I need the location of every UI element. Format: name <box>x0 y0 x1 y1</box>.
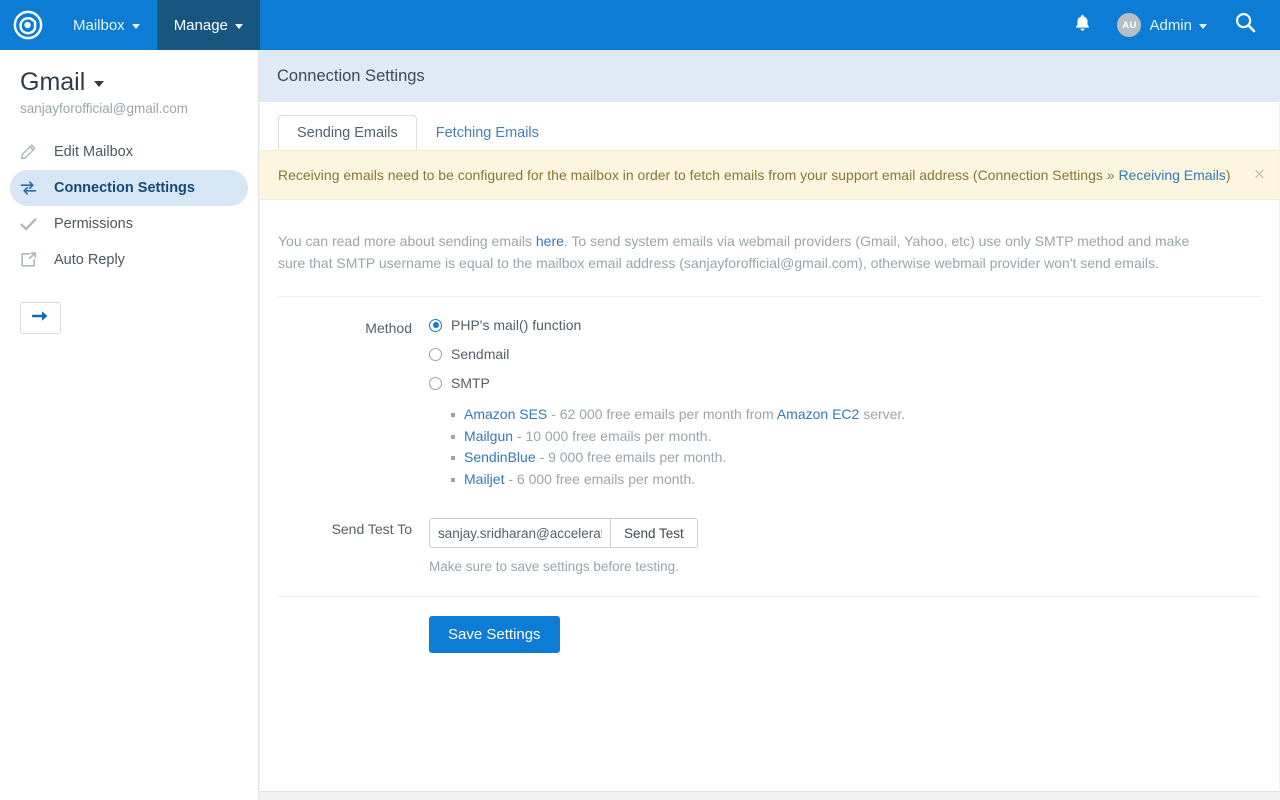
main-content: Connection Settings Sending Emails Fetch… <box>259 50 1280 800</box>
sidebar-item-connection-settings[interactable]: Connection Settings <box>10 170 248 206</box>
radio-label: PHP's mail() function <box>451 317 581 333</box>
intro-text: You can read more about sending emails h… <box>260 200 1220 296</box>
radio-indicator <box>429 377 442 390</box>
provider-link-mailjet[interactable]: Mailjet <box>464 471 504 487</box>
send-test-controls: Send Test Make sure to save settings bef… <box>429 518 1261 574</box>
close-icon[interactable]: × <box>1254 166 1265 185</box>
provider-list: Amazon SES - 62 000 free emails per mont… <box>429 404 1261 490</box>
intro-part1: You can read more about sending emails <box>278 233 536 249</box>
provider-text: - 62 000 free emails per month from <box>547 406 777 422</box>
tab-fetching-emails[interactable]: Fetching Emails <box>417 115 558 151</box>
radio-label: Sendmail <box>451 346 509 362</box>
chevron-down-icon <box>132 24 140 29</box>
radio-smtp[interactable]: SMTP <box>429 375 1261 391</box>
send-test-label: Send Test To <box>278 518 429 574</box>
user-menu-label: Admin <box>1149 17 1192 34</box>
check-icon <box>20 217 46 232</box>
radio-indicator <box>429 319 442 332</box>
send-test-hint: Make sure to save settings before testin… <box>429 559 1261 574</box>
divider-bottom <box>260 574 1279 597</box>
radio-php-mail[interactable]: PHP's mail() function <box>429 317 1261 333</box>
sidebar-item-label: Permissions <box>54 216 133 232</box>
alert-link-receiving-emails[interactable]: Receiving Emails <box>1118 167 1225 183</box>
sidebar: Gmail sanjayforofficial@gmail.com Edit M… <box>0 50 259 800</box>
sending-emails-form: Method PHP's mail() function Sendmail SM… <box>260 297 1279 574</box>
alert-text-before: Receiving emails need to be configured f… <box>278 167 1118 183</box>
send-test-row: Send Test To Send Test Make sure to save… <box>278 490 1261 574</box>
provider-link-mailgun[interactable]: Mailgun <box>464 428 513 444</box>
settings-card: Sending Emails Fetching Emails Receiving… <box>260 102 1279 792</box>
alert-text-after: ) <box>1226 167 1231 183</box>
send-test-input-group: Send Test <box>429 518 1261 548</box>
provider-link-amazon-ec2[interactable]: Amazon EC2 <box>777 406 859 422</box>
provider-text: - 6 000 free emails per month. <box>504 471 695 487</box>
sidebar-item-label: Edit Mailbox <box>54 144 133 160</box>
nav-item-mailbox-label: Mailbox <box>73 17 125 34</box>
send-test-button[interactable]: Send Test <box>610 518 698 548</box>
list-item: SendinBlue - 9 000 free emails per month… <box>451 447 1261 469</box>
tab-label: Sending Emails <box>297 125 398 141</box>
chevron-down-icon <box>94 81 104 87</box>
search-button[interactable] <box>1219 12 1266 38</box>
nav-item-manage-label: Manage <box>174 17 228 34</box>
mailbox-name-wrap[interactable]: Gmail <box>0 62 104 98</box>
navbar-right-group: AU Admin <box>1060 0 1280 50</box>
sidebar-item-auto-reply[interactable]: Auto Reply <box>10 242 248 278</box>
form-actions: Save Settings <box>260 597 1279 653</box>
method-label: Method <box>278 317 429 490</box>
radio-sendmail[interactable]: Sendmail <box>429 346 1261 362</box>
page-title: Connection Settings <box>259 50 1280 102</box>
chevron-down-icon <box>235 24 243 29</box>
radio-indicator <box>429 348 442 361</box>
freescout-spiral-logo-icon <box>13 10 43 40</box>
sidebar-menu: Edit Mailbox Connection Settings Permiss… <box>0 134 258 278</box>
sidebar-item-label: Auto Reply <box>54 252 125 268</box>
tab-bar: Sending Emails Fetching Emails <box>260 102 1279 150</box>
user-menu-button[interactable]: AU Admin <box>1105 13 1219 37</box>
sidebar-item-label: Connection Settings <box>54 180 195 196</box>
radio-label: SMTP <box>451 375 490 391</box>
mailbox-name: Gmail <box>20 68 85 96</box>
provider-text: - 9 000 free emails per month. <box>536 449 727 465</box>
provider-text: - 10 000 free emails per month. <box>513 428 711 444</box>
provider-link-amazon-ses[interactable]: Amazon SES <box>464 406 547 422</box>
tab-sending-emails[interactable]: Sending Emails <box>278 115 417 151</box>
bell-icon <box>1074 14 1091 37</box>
pencil-icon <box>20 144 46 160</box>
top-navbar: Mailbox Manage AU Admin <box>0 0 1280 50</box>
tab-label: Fetching Emails <box>436 125 539 141</box>
provider-text-2: server. <box>859 406 905 422</box>
chevron-down-icon <box>1199 24 1207 29</box>
alert-banner: Receiving emails need to be configured f… <box>260 150 1279 200</box>
list-item: Amazon SES - 62 000 free emails per mont… <box>451 404 1261 426</box>
nav-item-manage[interactable]: Manage <box>157 0 260 50</box>
nav-item-mailbox[interactable]: Mailbox <box>56 0 157 50</box>
expand-sidebar-button[interactable] <box>20 302 61 334</box>
list-item: Mailgun - 10 000 free emails per month. <box>451 426 1261 448</box>
method-row: Method PHP's mail() function Sendmail SM… <box>278 297 1261 490</box>
intro-link-here[interactable]: here <box>536 233 564 249</box>
save-wrap: Save Settings <box>278 597 1261 653</box>
app-logo[interactable] <box>0 0 56 50</box>
sidebar-item-permissions[interactable]: Permissions <box>10 206 248 242</box>
search-icon <box>1235 12 1256 38</box>
provider-link-sendinblue[interactable]: SendinBlue <box>464 449 536 465</box>
send-test-input[interactable] <box>429 518 610 548</box>
mailbox-switcher[interactable]: Gmail <box>0 62 258 98</box>
arrow-right-icon <box>32 309 49 328</box>
reply-box-icon <box>20 252 46 268</box>
notifications-button[interactable] <box>1060 14 1105 37</box>
list-item: Mailjet - 6 000 free emails per month. <box>451 469 1261 491</box>
mailbox-email: sanjayforofficial@gmail.com <box>0 98 258 116</box>
sidebar-item-edit-mailbox[interactable]: Edit Mailbox <box>10 134 248 170</box>
avatar: AU <box>1117 13 1141 37</box>
exchange-arrows-icon <box>20 180 46 196</box>
save-settings-button[interactable]: Save Settings <box>429 616 560 653</box>
method-options: PHP's mail() function Sendmail SMTP Amaz… <box>429 317 1261 490</box>
